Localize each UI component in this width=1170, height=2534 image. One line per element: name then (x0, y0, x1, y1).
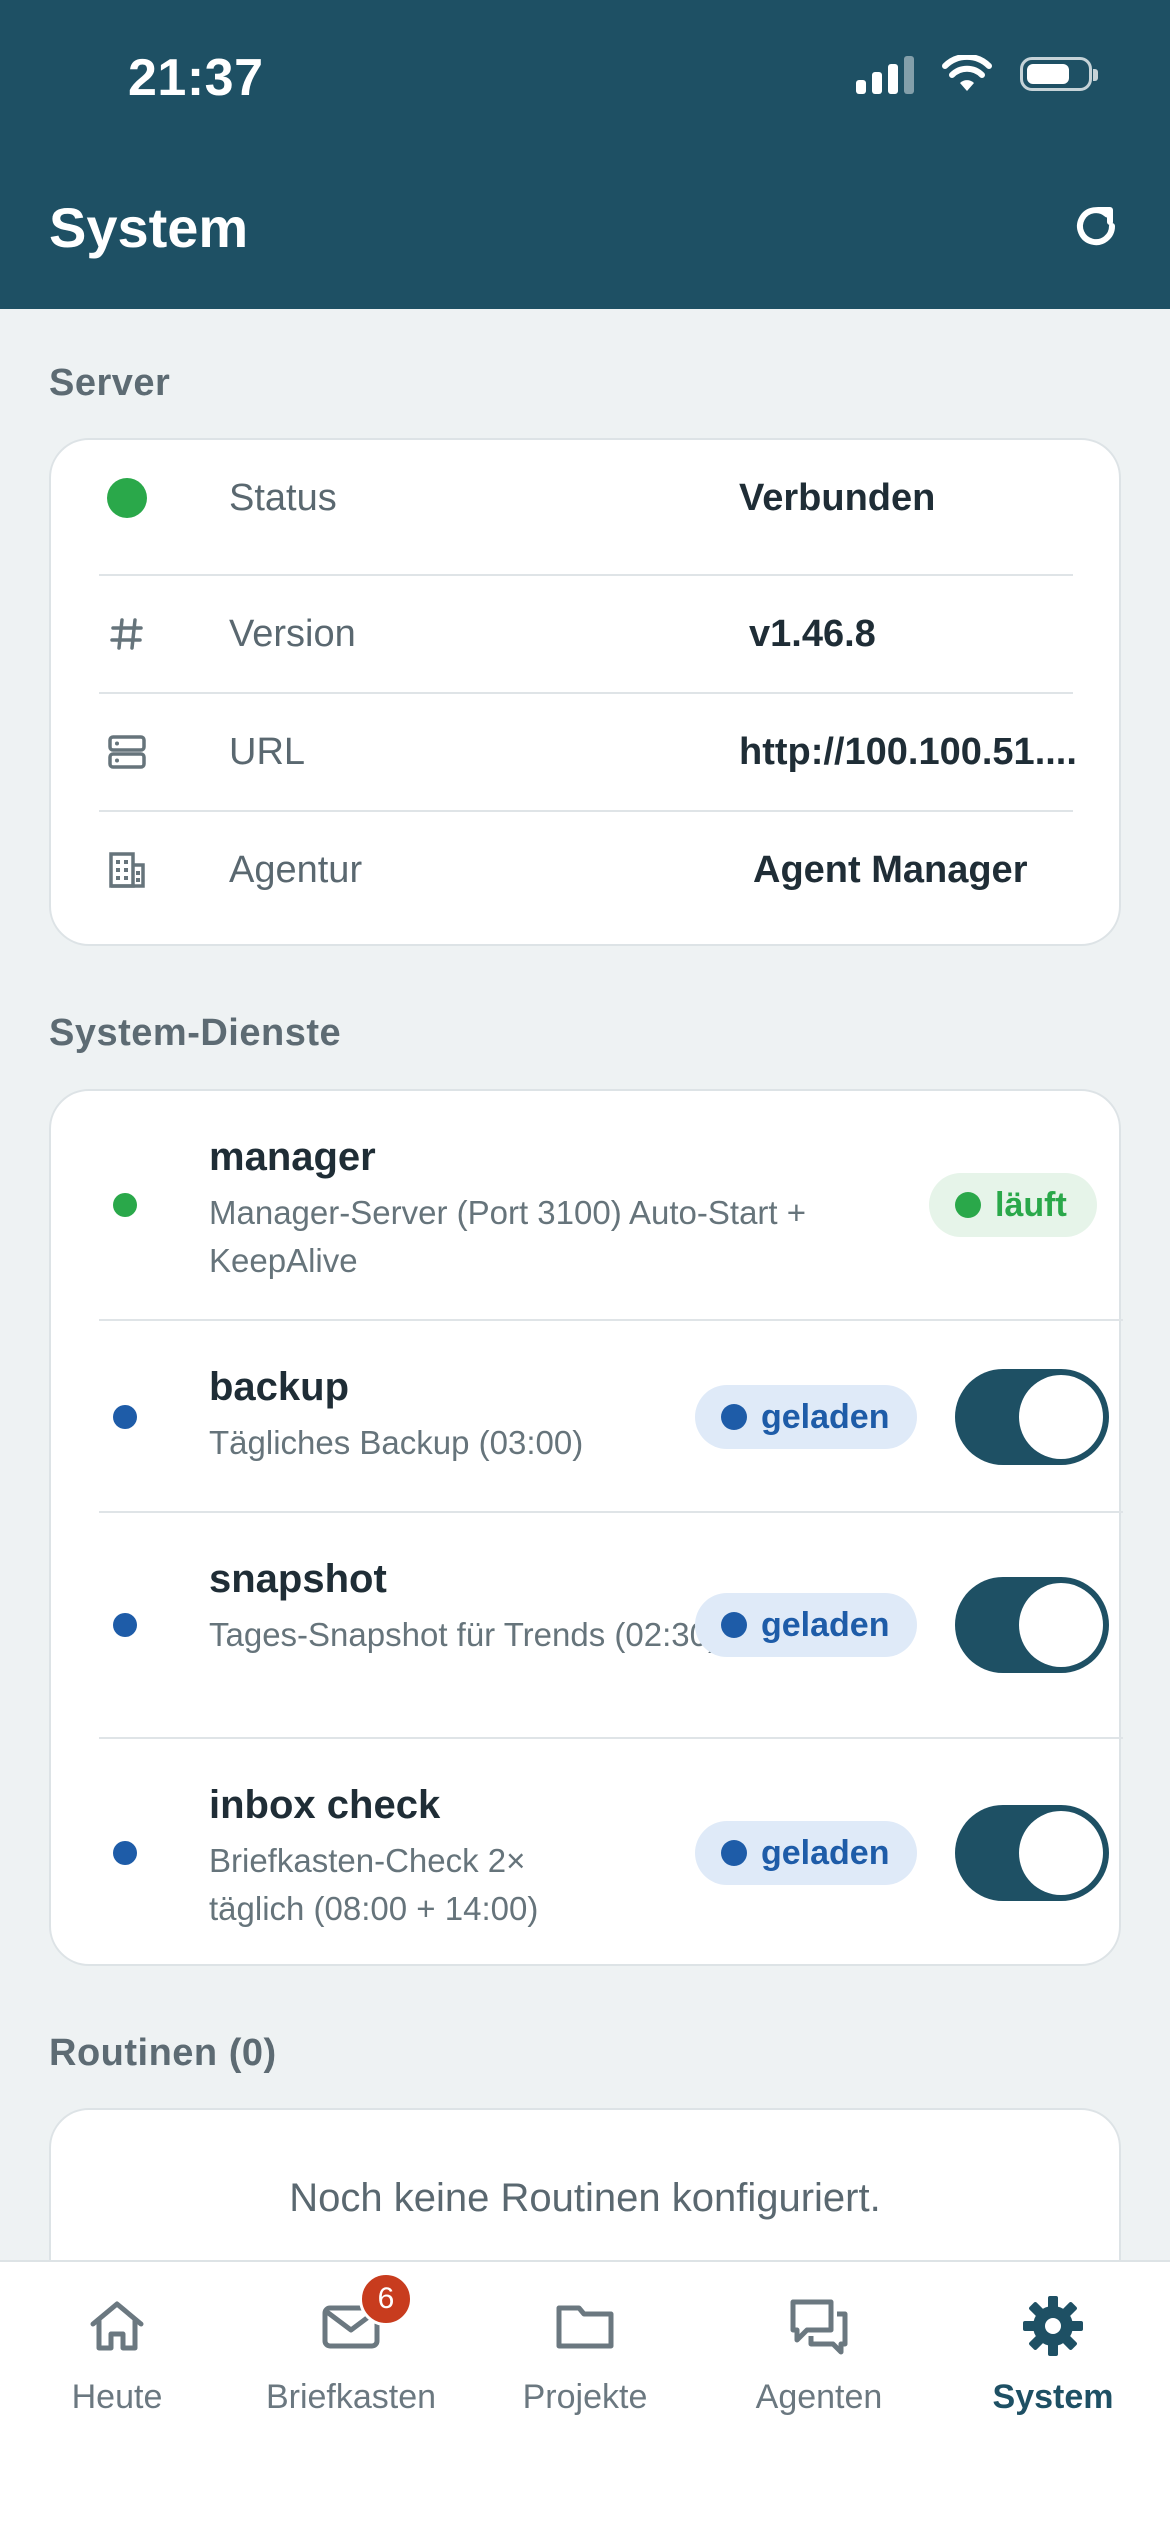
routines-section-title: Routinen (0) (49, 2032, 277, 2074)
version-value: v1.46.8 (749, 612, 876, 655)
refresh-icon (1077, 207, 1116, 246)
cellular-signal-icon (856, 54, 914, 94)
service-row-inbox-check: inbox check Briefkasten-Check 2× täglich… (99, 1737, 1123, 1967)
server-row-agentur: Agentur Agent Manager (99, 810, 1073, 928)
backup-toggle[interactable] (955, 1369, 1109, 1465)
status-badge: geladen (695, 1385, 917, 1449)
server-section-title: Server (49, 362, 171, 404)
version-label: Version (229, 612, 356, 655)
tab-label: System (992, 2378, 1114, 2416)
tab-heute[interactable]: Heute (0, 2294, 234, 2417)
service-row-snapshot: snapshot Tages-Snapshot für Trends (02:3… (99, 1511, 1123, 1739)
status-badge-label: läuft (995, 1185, 1067, 1224)
server-card: Status Verbunden Version v1.46.8 URL htt… (49, 438, 1121, 946)
status-dot-icon (103, 474, 151, 522)
wifi-icon (942, 55, 992, 91)
status-badge: geladen (695, 1593, 917, 1657)
folder-icon (553, 2294, 617, 2358)
status-badge-label: geladen (761, 1833, 890, 1872)
service-row-backup: backup Tägliches Backup (03:00) geladen (99, 1319, 1123, 1513)
page-title: System (49, 196, 249, 259)
status-badge-dot (955, 1192, 981, 1218)
service-name: backup (209, 1365, 350, 1409)
server-row-status: Status Verbunden (99, 440, 1073, 556)
service-status-dot (113, 1613, 137, 1637)
status-label: Status (229, 476, 337, 519)
chat-icon (787, 2294, 851, 2358)
service-row-manager: manager Manager-Server (Port 3100) Auto-… (99, 1091, 1123, 1319)
tab-label: Briefkasten (265, 2378, 437, 2416)
status-bar-time: 21:37 (128, 49, 264, 107)
service-status-dot (113, 1193, 137, 1217)
status-badge-dot (721, 1612, 747, 1638)
inbox-check-toggle[interactable] (955, 1805, 1109, 1901)
services-card: manager Manager-Server (Port 3100) Auto-… (49, 1089, 1123, 1967)
status-badge-label: geladen (761, 1605, 890, 1644)
agentur-label: Agentur (229, 848, 363, 891)
building-icon (103, 846, 151, 894)
status-badge: geladen (695, 1821, 917, 1885)
tab-label: Heute (71, 2378, 163, 2416)
status-badge-dot (721, 1840, 747, 1866)
battery-icon (1020, 57, 1098, 91)
server-row-url: URL http://100.100.51.... (99, 692, 1077, 810)
service-name: inbox check (209, 1783, 441, 1827)
status-value: Verbunden (739, 476, 936, 519)
tab-briefkasten[interactable]: 6 Briefkasten (234, 2272, 468, 2417)
home-icon (85, 2294, 149, 2358)
service-description: Briefkasten-Check 2× täglich (08:00 + 14… (209, 1842, 539, 1927)
snapshot-toggle[interactable] (955, 1577, 1109, 1673)
gear-icon (1021, 2294, 1085, 2358)
refresh-button[interactable] (1064, 194, 1128, 258)
service-name: snapshot (209, 1557, 387, 1601)
status-badge-dot (721, 1404, 747, 1430)
tab-system[interactable]: System (936, 2294, 1170, 2417)
url-value: http://100.100.51.... (739, 730, 1077, 773)
url-label: URL (229, 730, 306, 773)
server-icon (103, 728, 151, 776)
service-status-dot (113, 1405, 137, 1429)
agentur-value: Agent Manager (753, 848, 1028, 891)
status-badge: läuft (929, 1173, 1097, 1237)
hash-icon (103, 610, 151, 658)
status-badge-label: geladen (761, 1397, 890, 1436)
tab-bar: Heute 6 Briefkasten Projekte Agenten Sys… (0, 2260, 1170, 2534)
tab-label: Agenten (755, 2378, 883, 2416)
unread-count-badge: 6 (359, 2272, 413, 2326)
tab-agenten[interactable]: Agenten (702, 2294, 936, 2417)
tab-label: Projekte (522, 2378, 648, 2416)
status-bar-icons (856, 54, 1098, 94)
service-description: Manager-Server (Port 3100) Auto-Start + … (209, 1194, 807, 1279)
app-header: 21:37 System (0, 0, 1170, 309)
server-row-version: Version v1.46.8 (99, 574, 1073, 692)
service-status-dot (113, 1841, 137, 1865)
service-name: manager (209, 1135, 376, 1179)
mail-icon: 6 (319, 2272, 413, 2358)
services-section-title: System-Dienste (49, 1012, 342, 1054)
routines-empty-message: Noch keine Routinen konfiguriert. (289, 2176, 881, 2220)
tab-projekte[interactable]: Projekte (468, 2294, 702, 2417)
